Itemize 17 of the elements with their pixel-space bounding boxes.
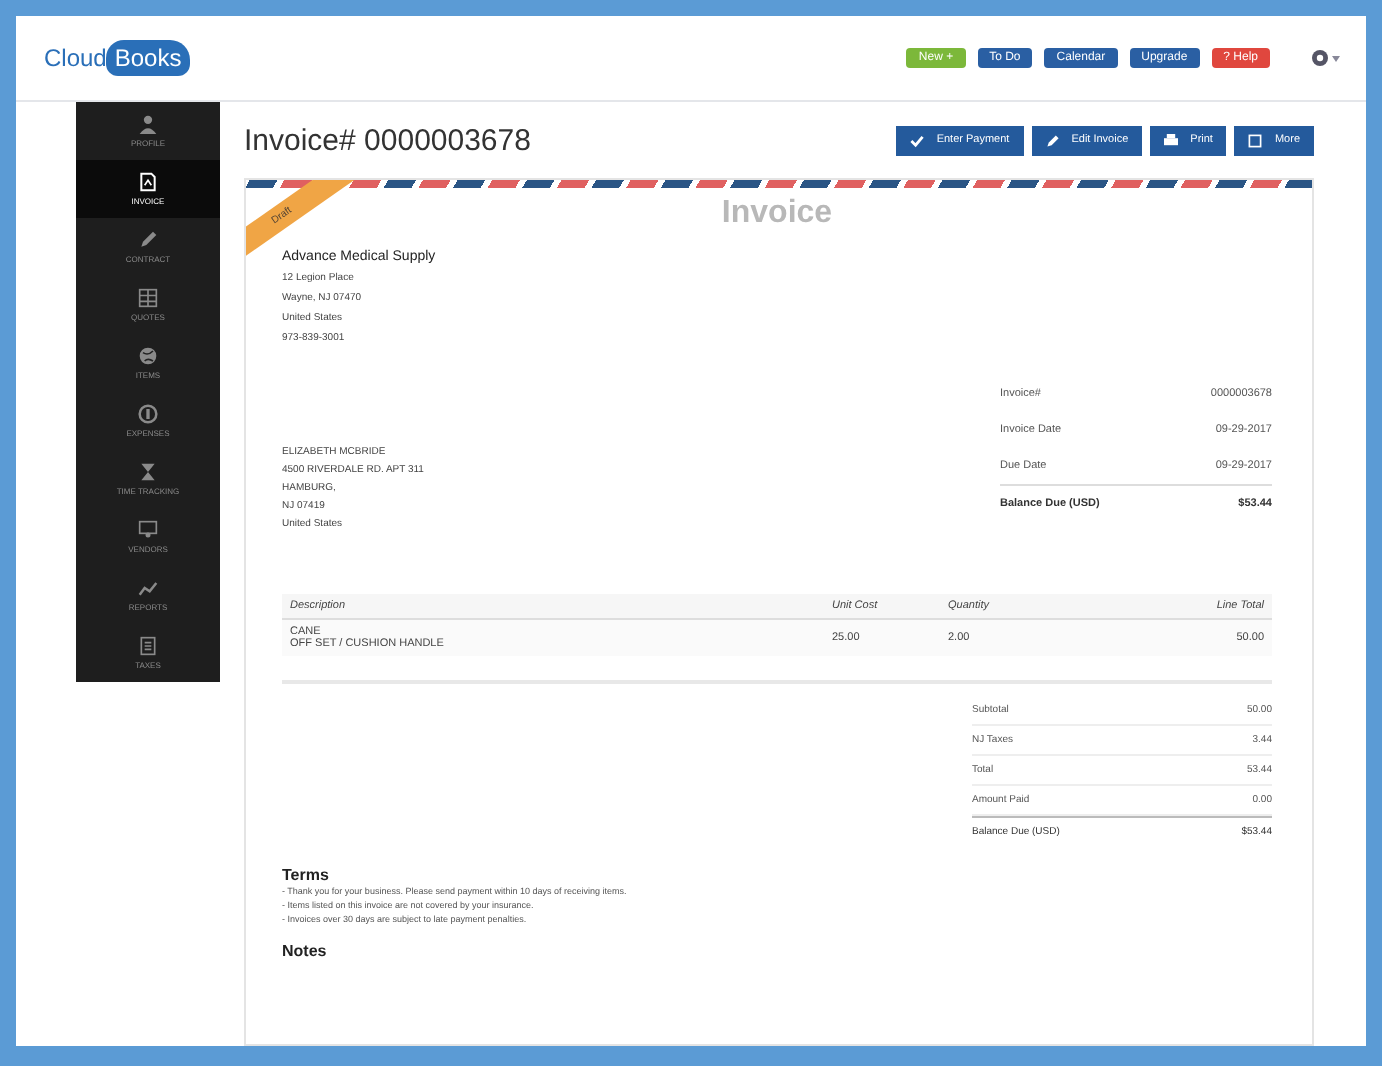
logo: Cloud Books	[44, 40, 190, 76]
printer-icon	[1164, 133, 1179, 147]
chart-icon	[138, 578, 158, 598]
notes-title: Notes	[282, 942, 329, 960]
person-icon	[138, 114, 158, 134]
settings-icon[interactable]	[1310, 48, 1342, 68]
terms-title: Terms	[282, 866, 331, 884]
page-title: Invoice# 0000003678	[244, 123, 531, 157]
pencil-icon	[1045, 133, 1060, 147]
document-icon	[138, 172, 158, 192]
check-icon	[910, 133, 925, 147]
invoice-heading: Invoice	[721, 196, 833, 232]
pencil-icon	[138, 230, 158, 250]
hourglass-icon	[138, 462, 158, 482]
square-icon	[1248, 133, 1263, 147]
grid-icon	[138, 288, 158, 308]
list-icon	[138, 636, 158, 656]
